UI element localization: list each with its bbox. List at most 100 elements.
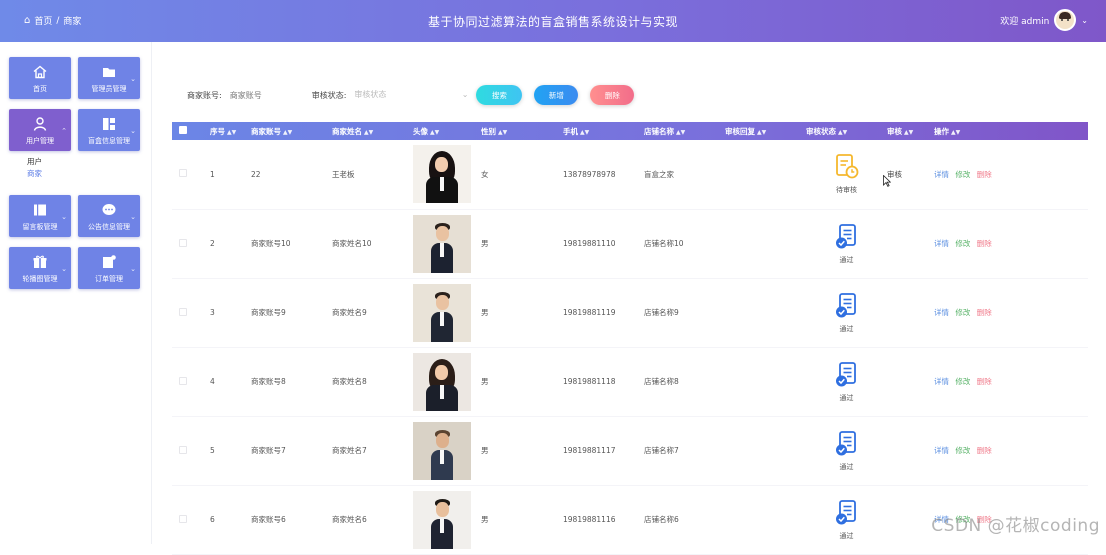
sidebar-item-carousel[interactable]: ⌄ 轮播图管理: [9, 247, 71, 289]
cell-audit: [887, 416, 934, 485]
cell-phone: 19819881119: [563, 278, 644, 347]
sidebar-item-orders[interactable]: ⌄ 订单管理: [78, 247, 140, 289]
row-checkbox[interactable]: [179, 169, 187, 177]
table-row[interactable]: 5 商家账号7 商家姓名7 男 19819881117 店铺名称7: [172, 416, 1088, 485]
approved-icon: [834, 499, 860, 527]
cell-audit: [887, 278, 934, 347]
column-header-gender[interactable]: 性别▲▼: [481, 122, 563, 140]
sidebar-item-blindbox[interactable]: ⌄ 盲盒信息管理: [78, 109, 140, 151]
status-badge: 通过: [834, 361, 860, 403]
cell-name: 王老板: [332, 140, 413, 209]
row-checkbox[interactable]: [179, 239, 187, 247]
user-menu[interactable]: 欢迎 admin ⌄: [1000, 9, 1088, 31]
delete-button[interactable]: 删除: [590, 85, 634, 105]
sidebar-item-notices[interactable]: ⌄ 公告信息管理: [78, 195, 140, 237]
sidebar-item-messages[interactable]: ⌄ 留言板管理: [9, 195, 71, 237]
status-text: 待审核: [836, 185, 857, 195]
sort-icon: ▲▼: [498, 129, 507, 136]
cell-status: 待审核: [806, 140, 887, 209]
detail-link[interactable]: 详情: [934, 308, 949, 317]
delete-link[interactable]: 删除: [977, 239, 992, 248]
column-header-reply[interactable]: 审核回复▲▼: [725, 122, 806, 140]
column-header-shop[interactable]: 店铺名称▲▼: [644, 122, 725, 140]
cell-name: 商家姓名8: [332, 347, 413, 416]
account-search-input[interactable]: [230, 85, 300, 105]
status-badge: 通过: [834, 430, 860, 472]
cell-status: 通过: [806, 278, 887, 347]
row-checkbox[interactable]: [179, 446, 187, 454]
edit-link[interactable]: 修改: [955, 377, 970, 386]
row-select-cell[interactable]: [172, 347, 210, 416]
delete-link[interactable]: 删除: [977, 308, 992, 317]
row-checkbox[interactable]: [179, 308, 187, 316]
sidebar-item-label: 首页: [9, 84, 71, 94]
cell-avatar: [413, 347, 481, 416]
sort-icon: ▲▼: [580, 129, 589, 136]
row-checkbox[interactable]: [179, 515, 187, 523]
sidebar-item-label: 轮播图管理: [9, 274, 71, 284]
cell-phone: 13878978978: [563, 140, 644, 209]
submenu-item-merchant[interactable]: 商家: [27, 168, 42, 180]
sort-icon: ▲▼: [283, 129, 292, 136]
cell-shop: 店铺名称7: [644, 416, 725, 485]
cell-avatar: [413, 416, 481, 485]
cell-reply: [725, 140, 806, 209]
sidebar-item-label: 用户管理: [9, 136, 71, 146]
table-row[interactable]: 4 商家账号8 商家姓名8 男 19819881118 店铺名称8: [172, 347, 1088, 416]
column-header-status[interactable]: 审核状态▲▼: [806, 122, 887, 140]
search-button[interactable]: 搜索: [476, 85, 522, 105]
select-all-checkbox[interactable]: [179, 126, 187, 134]
status-select[interactable]: 审核状态 ⌄: [354, 85, 472, 105]
row-select-cell[interactable]: [172, 416, 210, 485]
table-row[interactable]: 3 商家账号9 商家姓名9 男 19819881119 店铺名称9: [172, 278, 1088, 347]
edit-link[interactable]: 修改: [955, 170, 970, 179]
column-header-account[interactable]: 商家账号▲▼: [251, 122, 332, 140]
edit-link[interactable]: 修改: [955, 446, 970, 455]
merchant-avatar-photo: [413, 353, 471, 411]
row-select-cell[interactable]: [172, 278, 210, 347]
sidebar-item-admin[interactable]: ⌄ 管理员管理: [78, 57, 140, 99]
table-row[interactable]: 1 22 王老板 女 13878978978 盲盒之家: [172, 140, 1088, 209]
merchant-avatar-photo: [413, 284, 471, 342]
home-icon: [32, 64, 48, 80]
user-icon: [32, 116, 48, 132]
row-checkbox[interactable]: [179, 377, 187, 385]
column-header-name[interactable]: 商家姓名▲▼: [332, 122, 413, 140]
edit-link[interactable]: 修改: [955, 239, 970, 248]
detail-link[interactable]: 详情: [934, 377, 949, 386]
submenu-item-user[interactable]: 用户: [27, 156, 42, 168]
table-row[interactable]: 2 商家账号10 商家姓名10 男 19819881110 店铺名称10: [172, 209, 1088, 278]
chevron-down-icon: ⌄: [130, 213, 136, 221]
cell-gender: 男: [481, 278, 563, 347]
chevron-down-icon: ⌄: [130, 127, 136, 135]
chevron-down-icon: ⌄: [130, 75, 136, 83]
detail-link[interactable]: 详情: [934, 170, 949, 179]
sidebar-item-label: 留言板管理: [9, 222, 71, 232]
column-header-avatar[interactable]: 头像▲▼: [413, 122, 481, 140]
detail-link[interactable]: 详情: [934, 239, 949, 248]
detail-link[interactable]: 详情: [934, 446, 949, 455]
column-header-phone[interactable]: 手机▲▼: [563, 122, 644, 140]
column-header-ops[interactable]: 操作▲▼: [934, 122, 1088, 140]
status-text: 通过: [840, 462, 854, 472]
row-select-cell[interactable]: [172, 140, 210, 209]
cell-gender: 女: [481, 140, 563, 209]
sidebar-item-home[interactable]: 首页: [9, 57, 71, 99]
delete-link[interactable]: 删除: [977, 446, 992, 455]
sidebar-item-users[interactable]: ⌃ 用户管理: [9, 109, 71, 151]
cell-account: 22: [251, 140, 332, 209]
edit-link[interactable]: 修改: [955, 308, 970, 317]
select-all-header[interactable]: [172, 122, 210, 140]
delete-link[interactable]: 删除: [977, 377, 992, 386]
avatar[interactable]: [1054, 9, 1076, 31]
chevron-down-icon[interactable]: ⌄: [1081, 16, 1088, 25]
cell-no: 1: [210, 140, 251, 209]
row-select-cell[interactable]: [172, 209, 210, 278]
column-header-no[interactable]: 序号▲▼: [210, 122, 251, 140]
cell-no: 3: [210, 278, 251, 347]
add-button[interactable]: 新增: [534, 85, 578, 105]
delete-link[interactable]: 删除: [977, 170, 992, 179]
status-select-placeholder: 审核状态: [354, 90, 386, 99]
column-header-audit[interactable]: 审核▲▼: [887, 122, 934, 140]
status-badge: 通过: [834, 499, 860, 541]
